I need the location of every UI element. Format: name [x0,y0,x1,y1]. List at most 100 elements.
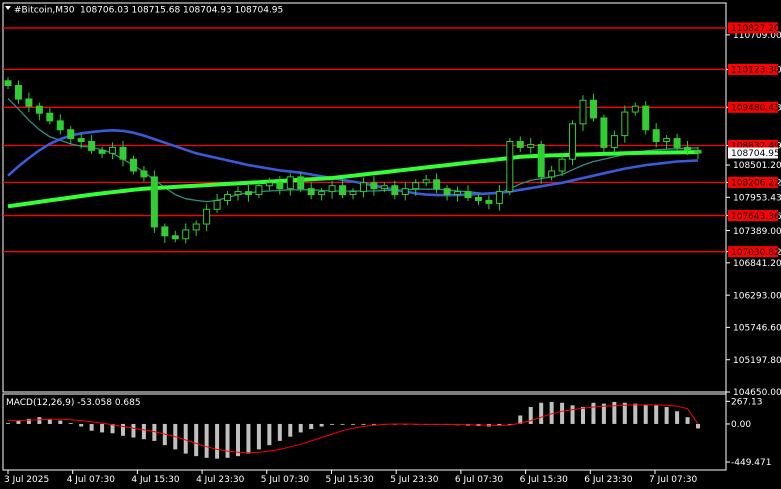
main-panel-frame [2,2,727,393]
candle [224,191,232,206]
macd-bar [267,423,272,446]
macd-indicator [6,401,700,459]
macd-bar [131,423,136,438]
price-tick-label: 106841.20 [733,259,781,269]
candle [35,102,43,121]
candle [234,186,242,201]
macd-bar [256,423,261,450]
price-tick-label: 106293.00 [733,291,781,301]
candle [454,186,462,202]
level-label-4: 108206.22 [731,179,780,189]
candle [663,135,671,149]
candle [464,185,472,202]
candle [433,173,441,194]
candle [203,204,211,232]
candle [422,174,430,187]
candle [25,92,33,113]
candle [642,101,650,135]
macd-bar [570,405,575,424]
macd-bar [246,423,251,454]
time-axis[interactable]: 3 Jul 2025 4 Jul 07:30 4 Jul 15:30 4 Jul 23… [4,470,698,485]
macd-bar [654,405,659,424]
macd-bar [633,403,638,424]
macd-bar [183,423,188,454]
macd-bar [643,404,648,424]
candle [652,123,660,148]
macd-bar [100,423,105,433]
macd-bar [68,423,73,424]
time-tick-label: 5 Jul 15:30 [326,475,375,485]
candle [119,140,127,167]
candle [485,195,493,210]
candle [579,95,587,131]
candle [140,165,148,182]
candle [255,182,263,199]
candle [56,114,64,135]
candle [244,185,252,202]
candle [129,155,137,175]
macd-bar [361,423,366,425]
chart-canvas[interactable]: 110709.00110123.30109480.43108832.491085… [0,0,781,489]
current-price-label: 108704.95 [731,149,780,159]
macd-bar [340,423,345,425]
macd-bar [215,423,220,459]
candle [527,137,535,154]
macd-bar [309,423,314,430]
candle [495,185,503,211]
ohlc-values: 108706.03 108715.68 108704.93 108704.95 [80,6,283,16]
time-tick-label: 5 Jul 07:30 [261,475,310,485]
time-tick-label: 4 Jul 15:30 [131,475,180,485]
level-label-5: 107643.36 [731,212,780,222]
macd-bar [204,423,209,458]
ma-mid-line [7,129,699,197]
candle [621,105,629,143]
time-tick-label: 6 Jul 23:30 [584,475,633,485]
candle [150,170,158,233]
macd-bar [622,402,627,424]
macd-bar [37,417,42,424]
level-label-0: 110827.20 [731,24,780,34]
macd-bar [539,402,544,424]
candle [370,176,378,196]
candle [631,102,639,116]
level-label-6: 107030.82 [731,248,780,258]
macd-bar [141,423,146,440]
candle [589,93,597,122]
time-tick-label: 5 Jul 23:30 [390,475,439,485]
candle [213,193,221,213]
candle [46,108,54,125]
candle [548,165,556,181]
macd-bar [685,417,690,424]
macd-bar [675,411,680,424]
price-axis[interactable]: 110709.00110123.30109480.43108832.491085… [726,22,781,398]
candle [182,223,190,244]
macd-tick-label: 267.13 [731,398,763,408]
time-tick-label: 3 Jul 2025 [4,475,49,485]
macd-bar [330,423,335,425]
chart-window[interactable]: 110709.00110123.30109480.43108832.491085… [0,0,781,489]
candle [192,220,200,236]
candle [98,146,106,159]
candle [67,126,75,145]
price-tick-label: 105746.60 [733,324,781,334]
candle [600,114,608,153]
macd-axis: 267.13 0.00 -449.471 [726,398,771,468]
price-tick-label: 107389.00 [733,227,781,237]
triangle-down-icon [5,6,11,10]
macd-bar [288,423,293,437]
macd-bar [696,423,700,429]
macd-bar [194,423,199,457]
candle [349,188,357,200]
candle [391,180,399,200]
macd-bar [298,423,303,433]
macd-bar [79,423,84,427]
candle [4,77,12,90]
time-tick-label: 4 Jul 07:30 [67,475,116,485]
macd-tick-label: 0.00 [731,420,751,430]
candle [328,180,336,199]
candle [14,80,22,104]
candle [506,137,514,196]
candle [286,173,294,196]
macd-bar [58,420,63,424]
macd-bar [560,402,565,424]
